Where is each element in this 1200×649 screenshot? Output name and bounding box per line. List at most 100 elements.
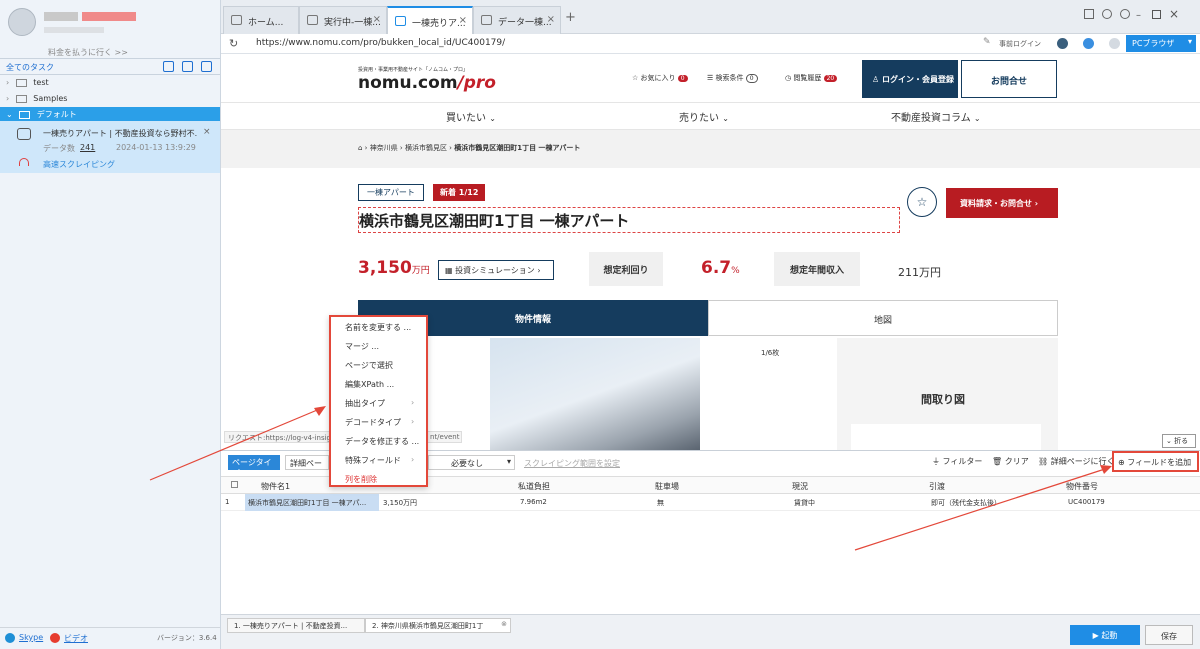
close-icon[interactable]: × [459, 15, 467, 26]
video-link[interactable]: ビデオ [64, 633, 88, 644]
tab-home[interactable]: ホーム... [223, 6, 299, 34]
close-icon[interactable]: ⊗ [501, 620, 507, 628]
login-button[interactable]: ♙ ログイン・会員登録 [862, 60, 958, 98]
help-icon[interactable] [1102, 9, 1112, 19]
close-window-icon[interactable]: × [1169, 7, 1179, 21]
data-count[interactable]: 241 [80, 143, 95, 152]
clear-button[interactable]: 🗑 クリア [992, 456, 1029, 467]
extension-icon[interactable] [1057, 38, 1068, 49]
close-icon[interactable]: × [203, 127, 211, 137]
minimize-icon[interactable]: – [1136, 10, 1141, 21]
favorite-star-icon[interactable]: ☆ [907, 187, 937, 217]
double-chevron-icon: ⌄ [1166, 437, 1172, 445]
save-button[interactable]: 保存 [1145, 625, 1193, 645]
column-header[interactable]: 駐車場 [655, 481, 679, 492]
goto-detail-button[interactable]: ⛓ 詳細ページに行く [1038, 456, 1115, 467]
settings-icon[interactable] [1120, 9, 1130, 19]
skype-icon[interactable] [5, 633, 15, 643]
request-button[interactable]: 資料請求・お問合せ › [946, 188, 1058, 218]
task-item[interactable]: 一棟売りアパート | 不動産投資なら野村不... × データ数 241 2024… [0, 121, 220, 173]
breadcrumb-item[interactable]: 横浜市鶴見区 [405, 144, 447, 152]
column-header[interactable]: 私道負担 [518, 481, 550, 492]
detail-page-select[interactable]: 詳細ペー [285, 455, 329, 470]
add-field-button[interactable]: ⊕ フィールドを追加 [1112, 451, 1199, 472]
menu-decode-type[interactable]: デコードタイプ › [345, 417, 414, 428]
folder-default[interactable]: ⌄ デフォルト [0, 107, 220, 121]
contact-button[interactable]: お問合せ [961, 60, 1057, 98]
upgrade-link[interactable]: 料金を払うに行く >> [48, 47, 128, 58]
step-tab[interactable]: 1. 一棟売りアパート | 不動産投資... [227, 618, 365, 633]
table-row[interactable]: 1 横浜市鶴見区潮田町1丁目 一棟アパ... 3,150万円 7.96m2 無 … [221, 494, 1200, 511]
address-bar: ↻ https://www.nomu.com/pro/bukken_local_… [221, 34, 1200, 54]
avatar[interactable] [8, 8, 36, 36]
property-photo[interactable] [490, 338, 700, 450]
column-header[interactable]: 物件番号 [1066, 481, 1098, 492]
table-cell-selected[interactable]: 横浜市鶴見区潮田町1丁目 一棟アパ... [245, 494, 379, 511]
history-link[interactable]: ◷ 閲覧履歴 20 [785, 73, 838, 83]
browser-select[interactable]: PCブラウザ ▾ [1126, 35, 1196, 52]
breadcrumb-item[interactable]: 神奈川県 [370, 144, 398, 152]
favorites-link[interactable]: ☆ お気に入り 0 [632, 73, 688, 83]
task-timestamp: 2024-01-13 13:9:29 [116, 143, 196, 152]
page-type-button[interactable]: ページタイプ [228, 455, 280, 478]
column-header[interactable]: 物件名1 [261, 481, 290, 492]
tab-map[interactable]: 地図 [708, 300, 1058, 336]
step-tab-active[interactable]: 2. 神奈川県横浜市鶴見区潮田町1丁 ⊗ [365, 618, 511, 633]
column-header[interactable]: 引渡 [929, 481, 945, 492]
table-cell[interactable]: 7.96m2 [520, 498, 547, 506]
menu-merge[interactable]: マージ ... [345, 341, 379, 352]
nav-sell[interactable]: 売りたい ⌄ [679, 109, 729, 124]
edit-icon[interactable]: ✎ [983, 37, 991, 47]
fold-button[interactable]: ⌄ 折る [1162, 434, 1196, 448]
refresh-icon[interactable]: ↻ [229, 37, 238, 50]
tab-data[interactable]: データ一棟... × [473, 6, 561, 34]
table-cell[interactable]: UC400179 [1068, 498, 1105, 506]
select-all-icon[interactable] [231, 481, 238, 488]
home-icon[interactable]: ⌂ [358, 144, 362, 152]
menu-label: 列を削除 [345, 475, 377, 484]
folder-samples[interactable]: › Samples [6, 94, 67, 103]
menu-extract-type[interactable]: 抽出タイプ › [345, 398, 414, 409]
profile-icon[interactable] [1083, 38, 1094, 49]
search-conditions-link[interactable]: ☰ 検索条件 0 [707, 73, 758, 83]
menu-edit-xpath[interactable]: 編集XPath ... [345, 379, 394, 390]
scrape-range-link[interactable]: スクレイピング範囲を設定 [524, 458, 620, 469]
username-redacted [82, 12, 136, 21]
close-icon[interactable]: × [373, 14, 381, 25]
nav-buy[interactable]: 買いたい ⌄ [446, 109, 496, 124]
folder-test[interactable]: › test [6, 78, 49, 87]
gift-icon[interactable] [1084, 9, 1094, 19]
nav-column[interactable]: 不動産投資コラム ⌄ [891, 109, 981, 124]
skype-link[interactable]: Skype [19, 633, 43, 642]
simulation-button[interactable]: ▦ 投資シミュレーション › [438, 260, 554, 280]
search-task-icon[interactable] [201, 61, 212, 72]
import-icon[interactable] [163, 61, 174, 72]
table-cell[interactable]: 即可（残代金支払後） [931, 498, 1001, 508]
menu-delete-column[interactable]: 列を削除 [345, 474, 377, 485]
menu-rename[interactable]: 名前を変更する ... [345, 322, 411, 333]
menu-modify-data[interactable]: データを修正する ... [345, 436, 419, 447]
new-tab-icon[interactable]: + [565, 10, 576, 25]
menu-select-on-page[interactable]: ページで選択 [345, 360, 393, 371]
menu-special-field[interactable]: 特殊フィールド › [345, 455, 414, 466]
chevron-right-icon: › [411, 417, 415, 426]
pre-login-button[interactable]: 事前ログイン [999, 39, 1041, 49]
not-needed-select[interactable]: 必要なし ▾ [428, 455, 515, 470]
tab-running[interactable]: 実行中-一棟... × [299, 6, 387, 34]
site-logo[interactable]: nomu.com/pro [358, 73, 496, 93]
table-cell[interactable]: 賃貸中 [794, 498, 815, 508]
new-task-icon[interactable] [182, 61, 193, 72]
video-icon[interactable] [50, 633, 60, 643]
maximize-icon[interactable] [1152, 10, 1161, 19]
table-cell[interactable]: 無 [657, 498, 664, 508]
table-cell[interactable]: 3,150万円 [383, 498, 417, 508]
filter-button[interactable]: ⏚ フィルター [932, 456, 982, 467]
floorplan-thumb[interactable] [851, 424, 1041, 450]
username [44, 12, 78, 21]
start-button[interactable]: ▶ 起動 [1070, 625, 1140, 645]
close-icon[interactable]: × [547, 14, 555, 25]
tab-active-page[interactable]: 一棟売りア... × [387, 6, 473, 34]
url-field[interactable]: https://www.nomu.com/pro/bukken_local_id… [256, 38, 505, 48]
column-header[interactable]: 現況 [792, 481, 808, 492]
more-icon[interactable] [1109, 38, 1120, 49]
